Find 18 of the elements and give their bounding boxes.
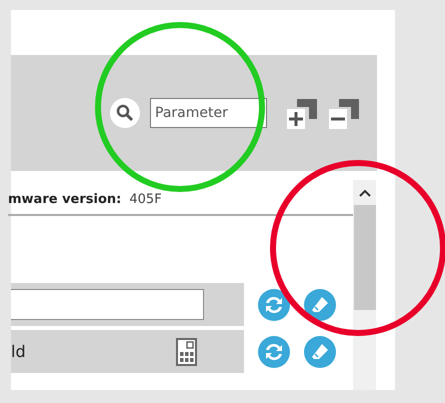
scroll-up-icon[interactable] <box>358 189 370 197</box>
refresh-button[interactable] <box>258 288 290 320</box>
eraser-button[interactable] <box>304 288 336 320</box>
search-field[interactable]: Parameter <box>150 98 267 128</box>
firmware-label: mware version: <box>8 192 122 206</box>
eraser-icon <box>310 342 330 362</box>
search-icon <box>116 104 134 122</box>
value-field[interactable] <box>11 289 204 320</box>
parameter-name: ld <box>11 342 26 361</box>
search-button[interactable] <box>110 98 140 128</box>
calculator-icon[interactable] <box>176 338 197 366</box>
eraser-icon <box>310 294 330 314</box>
refresh-button[interactable] <box>258 336 290 368</box>
expand-icon[interactable] <box>287 97 319 129</box>
firmware-value: 405F <box>129 192 162 206</box>
eraser-button[interactable] <box>304 336 336 368</box>
collapse-icon[interactable] <box>329 97 361 129</box>
scrollbar[interactable] <box>353 180 376 390</box>
